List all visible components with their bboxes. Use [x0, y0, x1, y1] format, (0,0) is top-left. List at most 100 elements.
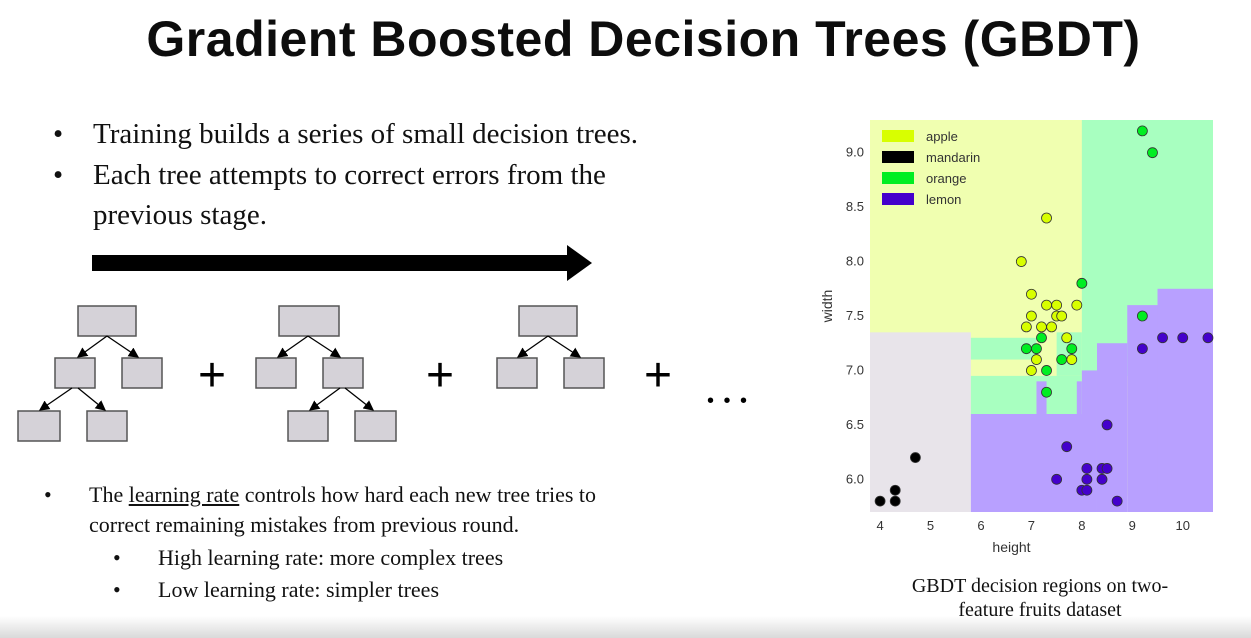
point-lemon [1202, 332, 1214, 344]
slide-title: Gradient Boosted Decision Trees (GBDT) [146, 11, 1141, 67]
point-orange [1031, 343, 1042, 355]
point-apple [1026, 365, 1037, 376]
sub-bullet-text: High learning rate: more complex trees [158, 545, 504, 570]
point-apple [1041, 212, 1052, 224]
region-lemon [1157, 288, 1213, 512]
point-apple [1020, 321, 1032, 333]
point-mandarin [909, 452, 921, 463]
point-orange [1066, 343, 1078, 355]
lr-prefix: The [89, 482, 129, 507]
decision-region-chart: apple mandarin orange lemon 4 5 6 7 8 9 10 6.0 6.5 7… [819, 120, 1214, 555]
y-tick-label: 8.0 [846, 254, 864, 269]
bullet-text: Each tree attempts to correct errors fro… [93, 159, 606, 191]
point-orange [1036, 332, 1047, 344]
point-apple [1036, 321, 1047, 333]
learning-rate-term: learning rate [128, 482, 240, 507]
legend-label-mandarin: mandarin [926, 150, 980, 165]
legend-swatch-lemon [882, 193, 914, 205]
point-orange [1056, 354, 1068, 365]
point-orange [1076, 277, 1088, 289]
point-mandarin [874, 495, 886, 507]
lr-suffix: controls how hard each new tree tries to [239, 482, 597, 507]
bullet-continuation: previous stage. [93, 196, 773, 234]
bullet-text: previous stage. [93, 199, 267, 231]
plus-sign: + [644, 349, 672, 402]
point-lemon [1157, 332, 1168, 344]
bottom-shadow [0, 616, 1251, 638]
tree-series-diagram: + + + • • • [17, 245, 749, 442]
point-lemon [1111, 495, 1123, 507]
big-arrow-icon [92, 245, 592, 281]
point-lemon [1081, 463, 1093, 474]
point-apple [1026, 310, 1037, 322]
tree-3 [496, 305, 605, 389]
point-orange [1136, 125, 1148, 137]
x-tick-label: 10 [1176, 518, 1190, 533]
point-orange [1041, 386, 1052, 398]
x-tick-label: 7 [1028, 518, 1035, 533]
x-tick-label: 9 [1129, 518, 1136, 533]
bullet-dot: • [53, 159, 64, 191]
bullet-item: • Training builds a series of small deci… [53, 115, 783, 153]
legend-label-lemon: lemon [926, 192, 961, 207]
tree-1 [17, 305, 163, 442]
x-axis-label: height [992, 539, 1030, 555]
point-lemon [1177, 332, 1189, 344]
point-apple [1031, 354, 1042, 365]
point-apple [1066, 354, 1078, 365]
point-orange [1136, 310, 1148, 322]
y-tick-label: 7.5 [846, 308, 864, 323]
point-lemon [1136, 343, 1148, 355]
ellipsis: • • • [707, 390, 749, 412]
bullet-dot: • [44, 482, 52, 507]
bullet-dot: • [53, 118, 64, 150]
bullet-item: • Each tree attempts to correct errors f… [53, 156, 773, 194]
point-orange [1020, 343, 1032, 355]
point-apple [1071, 299, 1083, 311]
legend-label-apple: apple [926, 129, 958, 144]
caption-line: GBDT decision regions on two- [911, 575, 1169, 597]
point-lemon [1101, 463, 1113, 474]
bullet-text: Training builds a series of small decisi… [93, 118, 639, 150]
point-apple [1026, 288, 1037, 300]
y-tick-label: 6.0 [846, 471, 864, 486]
legend-swatch-orange [882, 172, 914, 184]
region-lemon [1096, 343, 1128, 512]
point-lemon [1096, 473, 1108, 485]
region-lemon [1127, 305, 1158, 512]
point-mandarin [889, 484, 901, 496]
y-tick-label: 9.0 [846, 145, 864, 160]
region-lemon [1036, 381, 1047, 414]
y-axis-label: width [819, 290, 835, 324]
region-lemon [1081, 370, 1097, 414]
x-tick-label: 8 [1078, 518, 1085, 533]
region-mandarin [870, 332, 971, 512]
y-tick-label: 8.5 [846, 199, 864, 214]
x-tick-label: 6 [977, 518, 984, 533]
point-apple [1061, 332, 1073, 344]
point-lemon [1101, 419, 1113, 431]
point-lemon [1061, 441, 1073, 453]
sub-bullet-high: • High learning rate: more complex trees [113, 543, 718, 573]
legend-swatch-mandarin [882, 151, 914, 163]
decision-regions [870, 120, 1213, 512]
bullet-dot: • [113, 577, 121, 602]
point-lemon [1051, 473, 1063, 485]
sub-bullet-text: Low learning rate: simpler trees [158, 577, 440, 602]
region-lemon [1076, 381, 1082, 414]
point-orange [1041, 365, 1052, 376]
point-lemon [1081, 484, 1093, 496]
point-apple [1041, 299, 1052, 311]
chart-caption: GBDT decision regions on two- feature fr… [870, 574, 1210, 622]
point-apple [1056, 310, 1068, 322]
point-lemon [1081, 473, 1093, 485]
point-orange [1147, 147, 1158, 159]
bullet-dot: • [113, 545, 121, 570]
point-mandarin [889, 495, 901, 507]
y-tick-label: 7.0 [846, 362, 864, 377]
plus-sign: + [198, 349, 226, 402]
point-apple [1051, 299, 1063, 311]
region-orange [970, 375, 1037, 414]
x-tick-label: 5 [927, 518, 934, 533]
learning-rate-bullet: • The learning rate controls how hard ea… [44, 480, 769, 510]
